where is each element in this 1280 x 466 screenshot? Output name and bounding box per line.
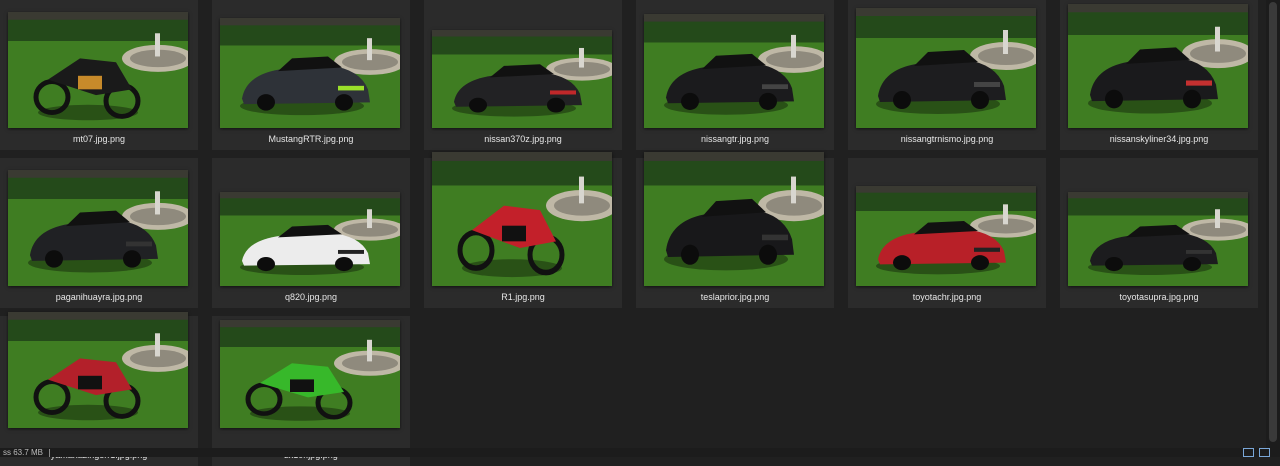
file-thumbnail[interactable] xyxy=(220,18,400,128)
file-tile[interactable]: nissanskyliner34.jpg.png xyxy=(1060,0,1258,150)
file-name-label: MustangRTR.jpg.png xyxy=(268,134,354,144)
scrollbar-thumb[interactable] xyxy=(1269,2,1277,442)
file-name-label: teslaprior.jpg.png xyxy=(700,292,770,302)
file-tile[interactable]: toyotachr.jpg.png xyxy=(848,158,1046,308)
file-thumbnail[interactable] xyxy=(644,14,824,128)
file-thumbnail[interactable] xyxy=(432,30,612,128)
file-tile[interactable]: yamahazingerr1.jpg.png xyxy=(0,312,198,466)
file-thumbnail[interactable] xyxy=(432,152,612,286)
file-thumbnail[interactable] xyxy=(644,152,824,286)
file-name-label: nissangtr.jpg.png xyxy=(700,134,770,144)
file-thumbnail[interactable] xyxy=(8,12,188,128)
file-name-label: R1.jpg.png xyxy=(501,292,545,302)
file-tile[interactable]: paganihuayra.jpg.png xyxy=(0,158,198,308)
file-thumbnail[interactable] xyxy=(1068,192,1248,286)
file-tile[interactable]: q820.jpg.png xyxy=(212,158,410,308)
large-icons-view-icon[interactable] xyxy=(1259,448,1270,457)
file-name-label: nissan370z.jpg.png xyxy=(484,134,562,144)
file-name-label: mt07.jpg.png xyxy=(72,134,126,144)
file-tile[interactable]: zx10r.jpg.png xyxy=(212,316,410,466)
file-tile[interactable]: nissangtrnismo.jpg.png xyxy=(848,0,1046,150)
file-thumbnail[interactable] xyxy=(856,8,1036,128)
file-name-label: toyotachr.jpg.png xyxy=(912,292,982,302)
file-thumbnail[interactable] xyxy=(220,320,400,428)
file-thumbnail[interactable] xyxy=(8,312,188,428)
file-tile[interactable]: mt07.jpg.png xyxy=(0,0,198,150)
file-thumbnail[interactable] xyxy=(8,170,188,286)
file-name-label: toyotasupra.jpg.png xyxy=(1119,292,1199,302)
file-name-label: nissanskyliner34.jpg.png xyxy=(1109,134,1209,144)
file-grid: mt07.jpg.png MustangRTR.jpg.png nissan370z… xyxy=(0,0,1280,466)
file-thumbnail[interactable] xyxy=(1068,4,1248,128)
status-text: ss 63.7 MB xyxy=(3,448,44,457)
vertical-scrollbar[interactable] xyxy=(1266,0,1280,448)
file-name-label: nissangtrnismo.jpg.png xyxy=(900,134,994,144)
status-bar: ss 63.7 MB xyxy=(0,448,1280,457)
file-tile[interactable]: nissangtr.jpg.png xyxy=(636,0,834,150)
file-tile[interactable]: teslaprior.jpg.png xyxy=(636,152,834,308)
file-thumbnail[interactable] xyxy=(856,186,1036,286)
file-tile[interactable]: nissan370z.jpg.png xyxy=(424,0,622,150)
file-name-label: paganihuayra.jpg.png xyxy=(55,292,143,302)
file-thumbnail[interactable] xyxy=(220,192,400,286)
file-tile[interactable]: R1.jpg.png xyxy=(424,152,622,308)
file-name-label: q820.jpg.png xyxy=(284,292,338,302)
status-separator xyxy=(49,449,50,457)
file-tile[interactable]: MustangRTR.jpg.png xyxy=(212,0,410,150)
details-view-icon[interactable] xyxy=(1243,448,1254,457)
file-tile[interactable]: toyotasupra.jpg.png xyxy=(1060,158,1258,308)
